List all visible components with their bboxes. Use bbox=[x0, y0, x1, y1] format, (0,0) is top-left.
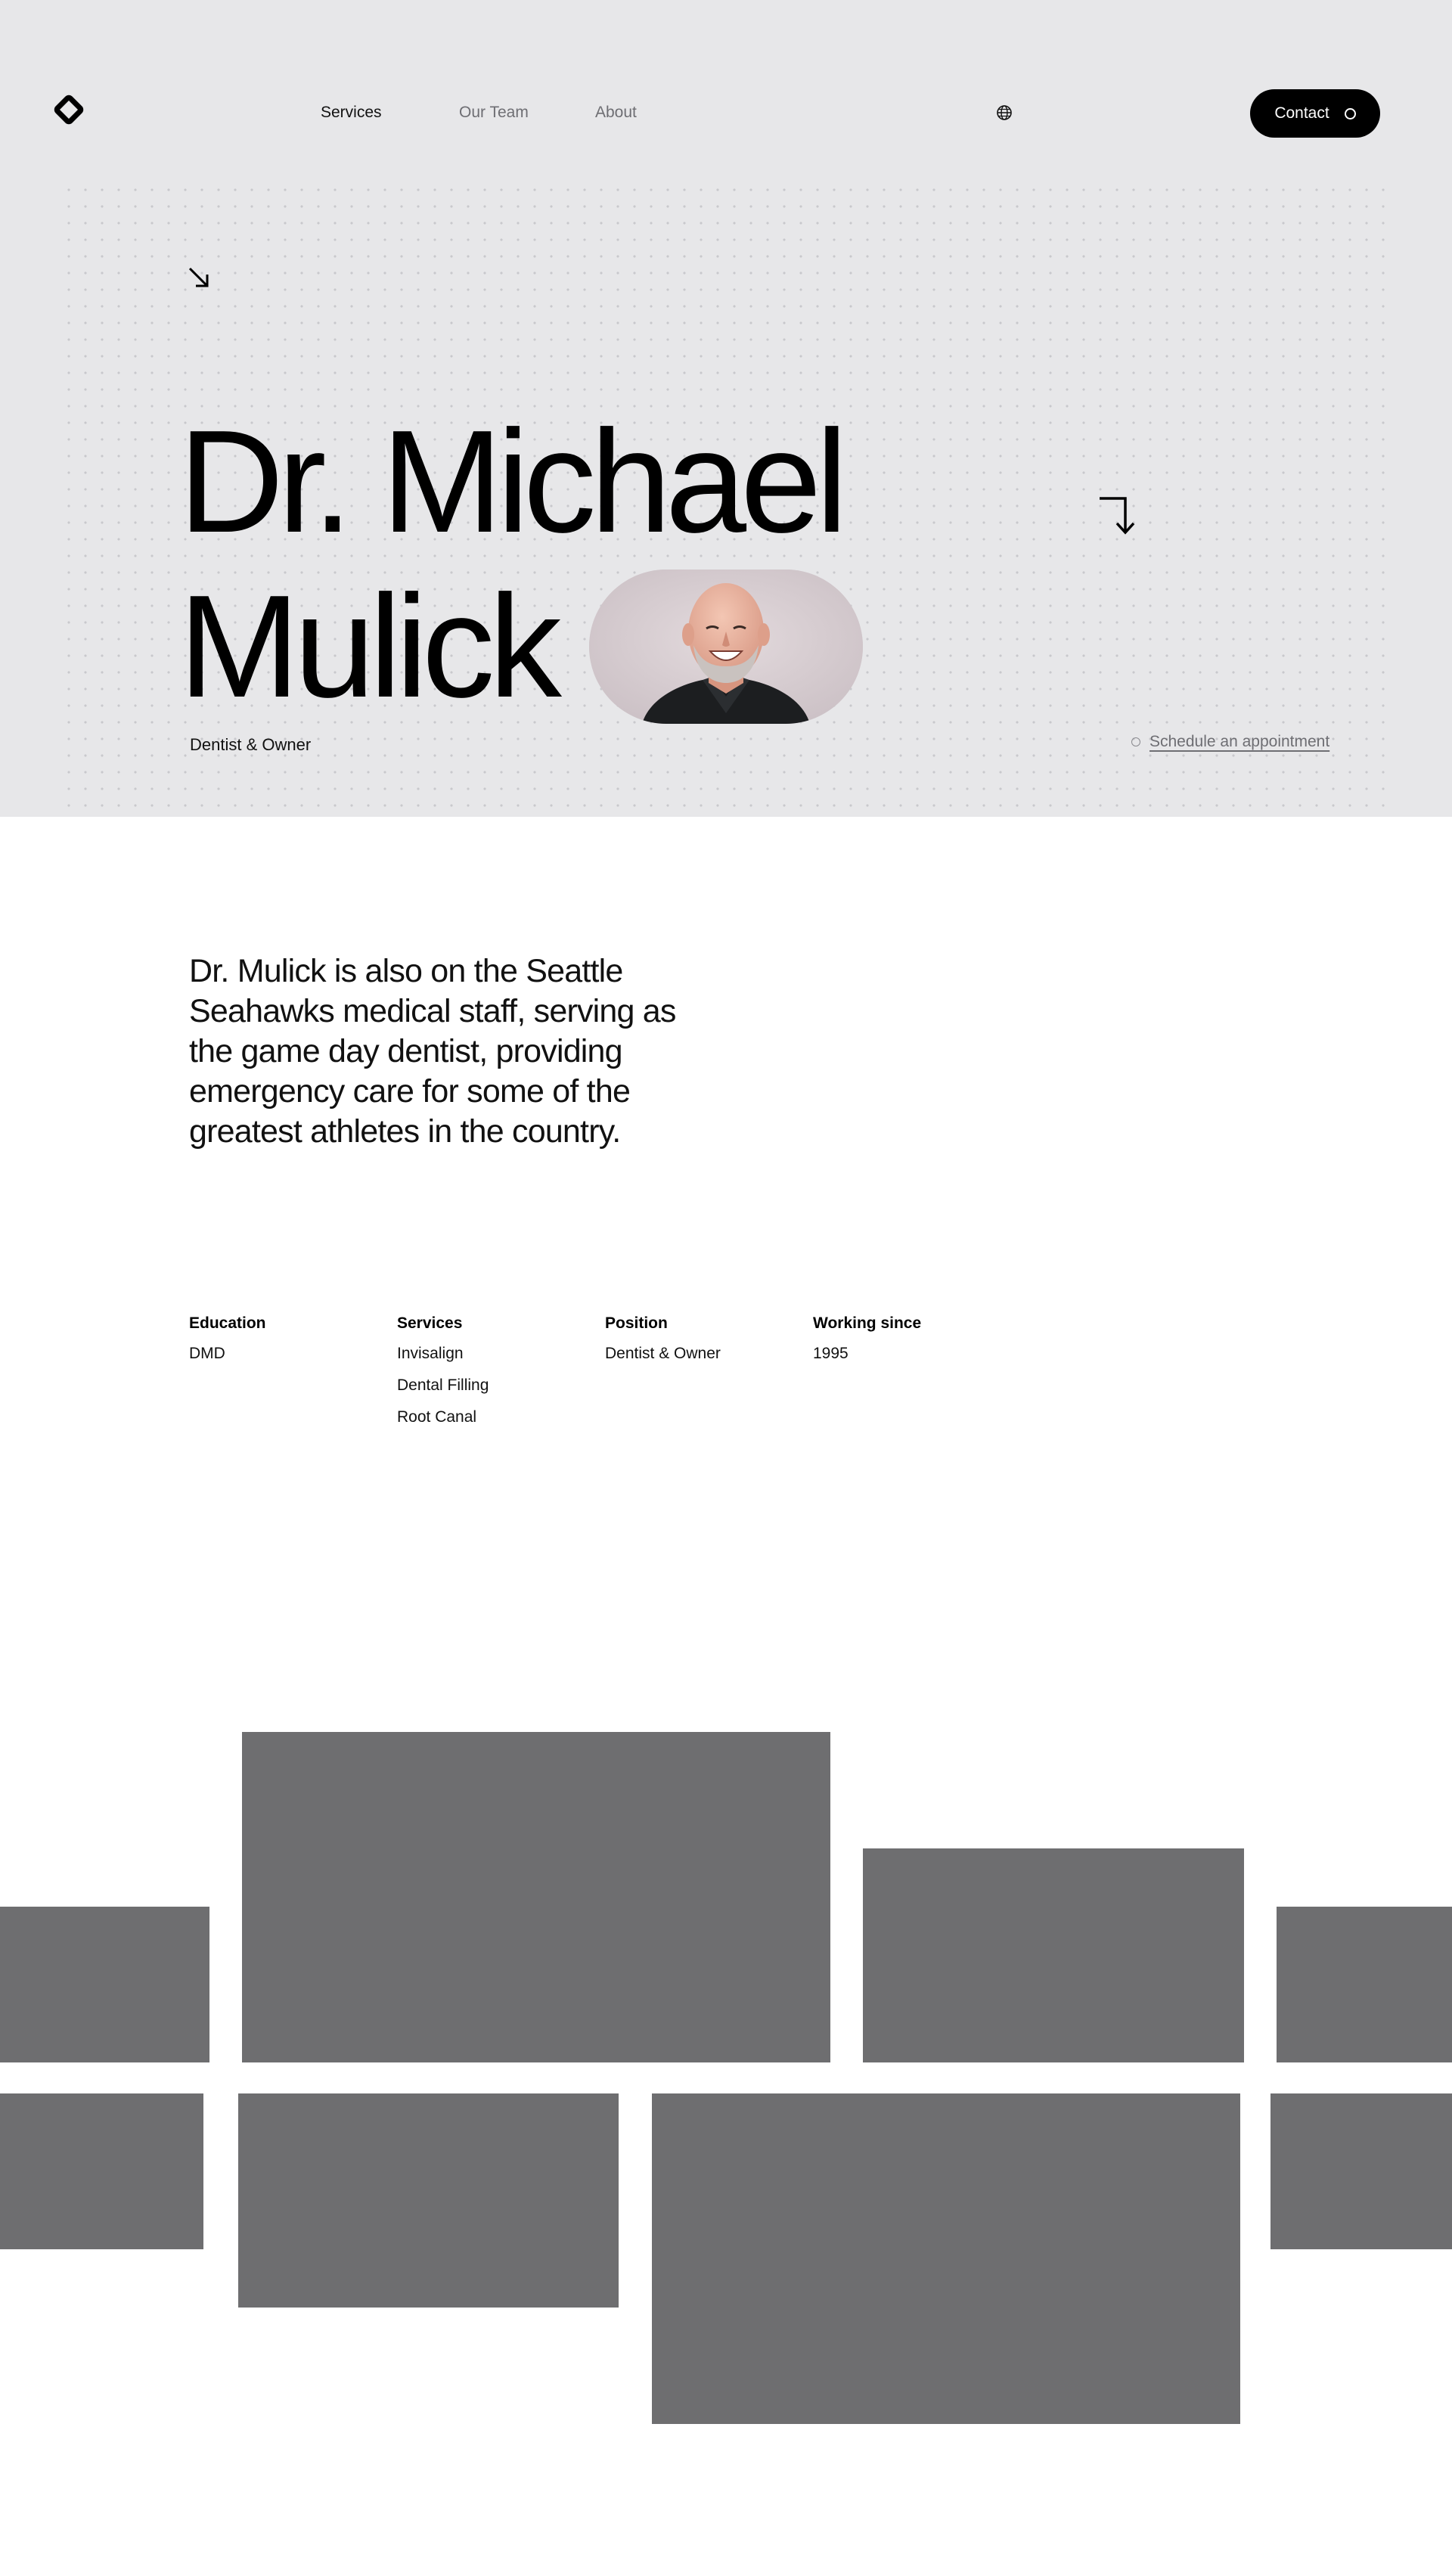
details-heading: Services bbox=[397, 1314, 463, 1332]
contact-button[interactable]: Contact bbox=[1250, 89, 1380, 138]
details-item: Invisalign bbox=[397, 1345, 464, 1362]
gallery-image-placeholder bbox=[652, 2093, 1240, 2424]
hero-section: Services Our Team About Contact Dr. Mich… bbox=[0, 0, 1452, 817]
gallery-image-placeholder bbox=[0, 2093, 203, 2249]
gallery-image-placeholder bbox=[863, 1848, 1244, 2062]
details-column-education: Education DMD bbox=[189, 1313, 397, 1439]
gallery-image-placeholder bbox=[1270, 2093, 1452, 2249]
arrow-down-right-icon bbox=[188, 267, 209, 287]
details-item: 1995 bbox=[813, 1345, 849, 1362]
doctor-details: Education DMD Services Invisalign Dental… bbox=[189, 1313, 1021, 1439]
doctor-role: Dentist & Owner bbox=[190, 735, 312, 754]
nav-link-about[interactable]: About bbox=[595, 103, 637, 123]
gallery-image-placeholder bbox=[242, 1732, 830, 2062]
details-item: Dentist & Owner bbox=[605, 1345, 721, 1362]
logo-icon[interactable] bbox=[51, 92, 86, 127]
details-column-services: Services Invisalign Dental Filling Root … bbox=[397, 1313, 605, 1439]
details-item: Dental Filling bbox=[397, 1376, 489, 1394]
details-heading: Working since bbox=[813, 1314, 922, 1332]
details-heading: Position bbox=[605, 1314, 668, 1332]
details-column-working-since: Working since 1995 bbox=[813, 1313, 1021, 1439]
details-heading: Education bbox=[189, 1314, 266, 1332]
doctor-name-line2: Mulick bbox=[178, 564, 562, 728]
gallery-image-placeholder bbox=[1277, 1907, 1452, 2062]
doctor-bio: Dr. Mulick is also on the Seattle Seahaw… bbox=[189, 953, 676, 1150]
contact-button-label: Contact bbox=[1274, 104, 1329, 122]
doctor-portrait bbox=[589, 570, 863, 724]
circle-icon bbox=[1131, 737, 1140, 746]
doctor-name-line1: Dr. Michael bbox=[178, 399, 848, 563]
circle-icon bbox=[1344, 107, 1356, 119]
details-item: DMD bbox=[189, 1345, 225, 1362]
gallery-image-placeholder bbox=[238, 2093, 619, 2308]
portrait-image bbox=[589, 570, 863, 724]
gallery-image-placeholder bbox=[0, 1907, 209, 2062]
arrow-turn-down-icon bbox=[1100, 497, 1135, 535]
nav-link-services[interactable]: Services bbox=[321, 103, 382, 123]
details-item: Root Canal bbox=[397, 1408, 477, 1426]
details-column-position: Position Dentist & Owner bbox=[605, 1313, 813, 1439]
schedule-appointment-link[interactable]: Schedule an appointment bbox=[1131, 733, 1329, 751]
schedule-appointment-label: Schedule an appointment bbox=[1150, 733, 1330, 750]
globe-icon[interactable] bbox=[996, 104, 1013, 121]
nav-link-our-team[interactable]: Our Team bbox=[459, 103, 529, 123]
